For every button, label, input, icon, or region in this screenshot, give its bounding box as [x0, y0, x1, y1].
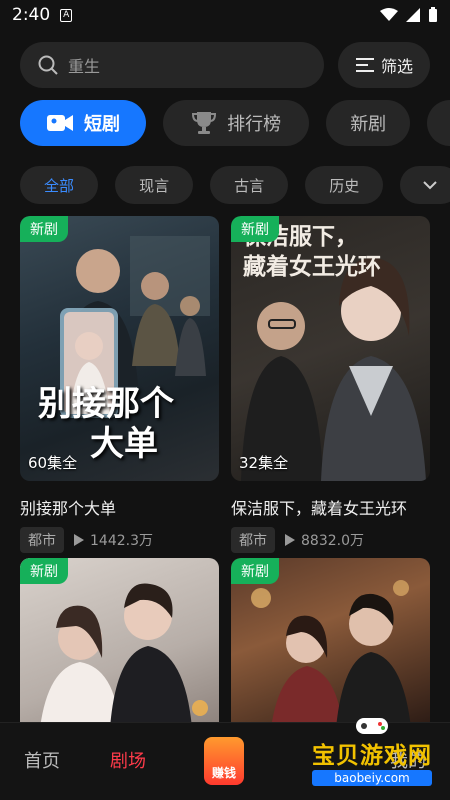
play-count-value: 1442.3万	[90, 533, 153, 549]
filter-button[interactable]: 筛选	[338, 42, 430, 88]
tab-ranking[interactable]: 排行榜	[163, 100, 310, 146]
episode-count: 32集全	[239, 454, 289, 472]
genre-tag: 都市	[231, 527, 275, 553]
chip-label: 全部	[43, 176, 74, 195]
battery-icon	[429, 7, 437, 22]
earn-label: 赚钱	[211, 766, 236, 780]
notification-a-icon: A	[60, 8, 73, 22]
tab-new[interactable]: 新剧	[326, 100, 411, 146]
drama-card[interactable]: 保洁服下， 藏着女王光环 新剧 32集全 保洁服下，藏着女王光环 都市 8832…	[231, 216, 430, 553]
drama-poster[interactable]: 保洁服下， 藏着女王光环 新剧 32集全	[231, 216, 430, 481]
expand-chips-button[interactable]	[400, 166, 450, 204]
nav-theater[interactable]: 剧场	[110, 747, 146, 773]
signal-icon	[406, 8, 420, 22]
new-badge: 新剧	[20, 216, 68, 242]
status-bar: 2:40 A	[0, 0, 450, 30]
episode-count: 60集全	[28, 454, 78, 472]
poster-title-line2: 大单	[90, 424, 158, 464]
drama-card[interactable]: 新剧	[20, 558, 219, 728]
nav-home[interactable]: 首页	[24, 747, 60, 773]
gamepad-icon	[356, 718, 388, 734]
watermark-title: 宝贝游戏网	[312, 743, 432, 769]
play-count-value: 8832.0万	[301, 533, 364, 549]
category-tabs: 短剧 排行榜 新剧 优	[20, 100, 450, 146]
new-badge: 新剧	[231, 558, 279, 584]
drama-poster[interactable]: 新剧	[231, 558, 430, 728]
search-placeholder: 重生	[68, 57, 101, 76]
genre-tag: 都市	[20, 527, 64, 553]
filter-icon	[355, 58, 374, 72]
play-icon	[74, 534, 84, 546]
chip-label: 古言	[234, 176, 265, 195]
search-input[interactable]: 重生	[20, 42, 324, 88]
chip-modern-romance[interactable]: 现言	[115, 166, 194, 204]
genre-chips: 全部 现言 古言 历史	[20, 166, 450, 204]
drama-card[interactable]: 别接那个 大单 新剧 60集全 别接那个大单 都市 1442.3万	[20, 216, 219, 553]
tab-short-drama[interactable]: 短剧	[20, 100, 146, 146]
chip-ancient-romance[interactable]: 古言	[210, 166, 289, 204]
watermark-url: baobeiy.com	[312, 770, 432, 786]
tab-label: 短剧	[84, 114, 120, 135]
poster-title-line2: 藏着女王光环	[243, 254, 381, 280]
trophy-icon	[191, 110, 217, 136]
drama-meta: 都市 8832.0万	[231, 527, 430, 553]
drama-poster[interactable]: 新剧	[20, 558, 219, 728]
chip-label: 现言	[139, 176, 170, 195]
drama-card[interactable]: 新剧	[231, 558, 430, 728]
video-camera-icon	[46, 112, 74, 134]
drama-title[interactable]: 保洁服下，藏着女王光环	[231, 495, 430, 519]
clock: 2:40	[12, 5, 51, 25]
bottom-nav: 首页 剧场 赚钱 我的 宝贝游戏网 baobeiy.com	[0, 718, 450, 800]
filter-label: 筛选	[380, 57, 413, 76]
chip-label: 历史	[329, 176, 360, 195]
play-count: 1442.3万	[74, 530, 153, 550]
chip-all[interactable]: 全部	[20, 166, 98, 204]
poster-title-line1: 别接那个	[38, 384, 174, 424]
chevron-down-icon	[423, 181, 438, 190]
tab-more[interactable]: 优	[427, 100, 450, 146]
watermark-logo: 宝贝游戏网 baobeiy.com	[312, 714, 432, 786]
drama-title[interactable]: 别接那个大单	[20, 495, 219, 519]
search-row: 重生 筛选	[20, 42, 430, 88]
tab-label: 排行榜	[227, 114, 282, 135]
tab-label: 新剧	[350, 114, 387, 135]
new-badge: 新剧	[20, 558, 68, 584]
new-badge: 新剧	[231, 216, 279, 242]
play-icon	[285, 534, 295, 546]
play-count: 8832.0万	[285, 530, 364, 550]
search-icon	[38, 55, 58, 75]
nav-earn-button[interactable]: 赚钱	[204, 737, 244, 785]
drama-meta: 都市 1442.3万	[20, 527, 219, 553]
drama-poster[interactable]: 别接那个 大单 新剧 60集全	[20, 216, 219, 481]
wifi-icon	[380, 8, 398, 21]
chip-history[interactable]: 历史	[305, 166, 384, 204]
